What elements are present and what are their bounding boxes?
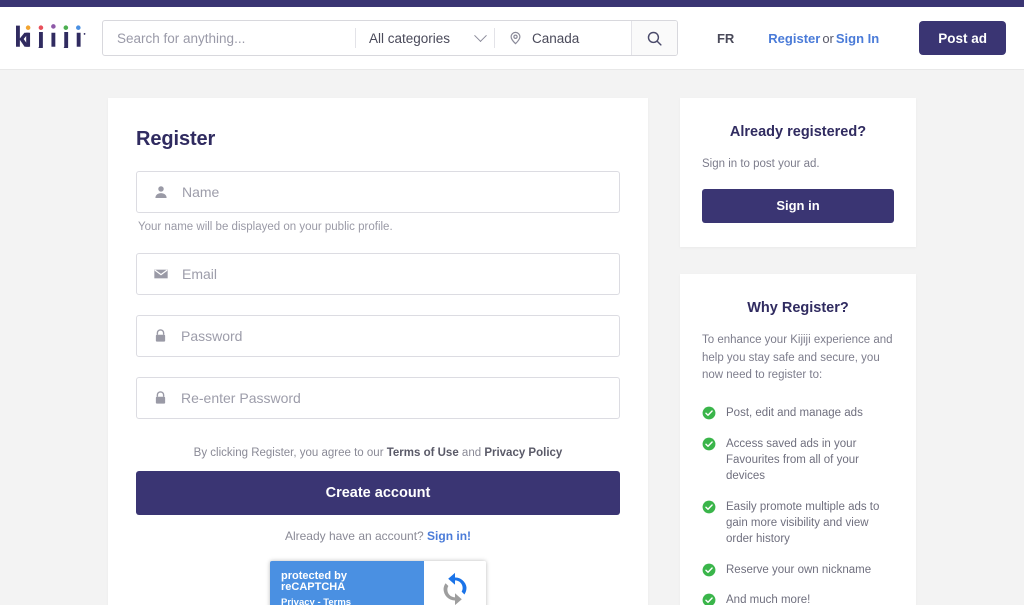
location-label: Canada bbox=[532, 30, 580, 46]
why-register-text: To enhance your Kijiji experience and he… bbox=[702, 333, 893, 382]
signin-link[interactable]: Sign In bbox=[836, 31, 879, 46]
location-select[interactable]: Canada bbox=[495, 21, 631, 55]
post-ad-button[interactable]: Post ad bbox=[919, 21, 1006, 55]
category-select-label: All categories bbox=[369, 30, 451, 46]
location-pin-icon bbox=[510, 31, 521, 45]
list-item: Easily promote multiple ads to gain more… bbox=[702, 499, 894, 548]
auth-or-text: or bbox=[822, 30, 834, 46]
search-button[interactable] bbox=[631, 21, 677, 55]
why-register-card: Why Register? To enhance your Kijiji exp… bbox=[680, 273, 916, 605]
chevron-down-icon bbox=[474, 28, 487, 42]
list-item: Post, edit and manage ads bbox=[702, 405, 894, 421]
header-actions: FR Register or Sign In Post ad bbox=[717, 21, 1006, 55]
create-account-button[interactable]: Create account bbox=[136, 471, 620, 515]
benefit-label: Reserve your own nickname bbox=[726, 563, 872, 576]
recaptcha-title: protected by reCAPTCHA bbox=[281, 569, 348, 593]
signin-prompt: Already have an account? Sign in! bbox=[136, 529, 620, 543]
terms-prefix: By clicking Register, you agree to our bbox=[193, 447, 387, 459]
register-link[interactable]: Register bbox=[768, 31, 820, 46]
register-card: Register Your name will be displayed on … bbox=[108, 98, 648, 605]
check-circle-icon bbox=[702, 406, 716, 420]
recaptcha-wrap: protected by reCAPTCHA Privacy - Terms bbox=[136, 561, 620, 605]
top-accent-bar bbox=[0, 0, 1024, 7]
sidebar: Already registered? Sign in to post your… bbox=[680, 98, 916, 605]
list-item: Access saved ads in your Favourites from… bbox=[702, 436, 894, 485]
name-field[interactable] bbox=[136, 171, 620, 213]
check-circle-icon bbox=[702, 563, 716, 576]
list-item: Reserve your own nickname bbox=[702, 562, 894, 578]
auth-links: Register or Sign In bbox=[768, 31, 879, 46]
signin-prompt-link[interactable]: Sign in! bbox=[427, 529, 471, 543]
recaptcha-subtitle: Privacy - Terms bbox=[281, 596, 352, 605]
check-circle-icon bbox=[702, 437, 716, 450]
check-circle-icon bbox=[702, 500, 716, 513]
recaptcha-text-block: protected by reCAPTCHA Privacy - Terms bbox=[270, 561, 424, 605]
sidebar-signin-button[interactable]: Sign in bbox=[702, 188, 894, 223]
confirm-password-input[interactable] bbox=[181, 390, 603, 406]
list-item: And much more! bbox=[702, 592, 894, 605]
category-select[interactable]: All categories bbox=[356, 21, 494, 55]
recaptcha-logo-wrap bbox=[424, 561, 486, 605]
page-title: Register bbox=[136, 128, 216, 150]
terms-middle: and bbox=[458, 447, 485, 459]
confirm-password-field[interactable] bbox=[136, 377, 620, 419]
search-bar: All categories Canada bbox=[102, 20, 678, 56]
signin-prompt-text: Already have an account? bbox=[284, 529, 428, 543]
site-header: All categories Canada FR RegisterorSign … bbox=[0, 7, 1024, 70]
already-registered-card: Already registered? Sign in to post your… bbox=[680, 98, 916, 247]
benefit-label: And much more! bbox=[726, 593, 811, 605]
person-icon bbox=[155, 186, 167, 198]
benefit-label: Post, edit and manage ads bbox=[726, 407, 863, 420]
benefit-list: Post, edit and manage ads Access saved a… bbox=[702, 405, 894, 605]
envelope-icon bbox=[154, 269, 168, 279]
why-register-title: Why Register? bbox=[747, 299, 849, 316]
recaptcha-logo-icon bbox=[443, 572, 467, 605]
name-field-hint: Your name will be displayed on your publ… bbox=[138, 221, 393, 233]
password-field[interactable] bbox=[136, 315, 620, 357]
already-registered-title: Already registered? bbox=[729, 124, 867, 140]
password-input[interactable] bbox=[181, 328, 603, 344]
privacy-policy-link[interactable]: Privacy Policy bbox=[484, 447, 562, 459]
name-input[interactable] bbox=[182, 184, 603, 200]
kijiji-logo[interactable] bbox=[16, 23, 88, 53]
search-input[interactable] bbox=[103, 21, 355, 55]
terms-of-use-link[interactable]: Terms of Use bbox=[387, 447, 459, 459]
kijiji-logo-icon bbox=[16, 23, 86, 52]
benefit-label: Easily promote multiple ads to gain more… bbox=[726, 500, 880, 546]
search-icon bbox=[647, 31, 662, 46]
language-toggle-fr[interactable]: FR bbox=[717, 31, 734, 46]
email-input[interactable] bbox=[182, 266, 603, 282]
benefit-label: Access saved ads in your Favourites from… bbox=[726, 437, 859, 483]
already-registered-text: Sign in to post your ad. bbox=[702, 158, 820, 170]
page-content: Register Your name will be displayed on … bbox=[0, 70, 1024, 605]
email-field[interactable] bbox=[136, 253, 620, 295]
lock-icon bbox=[155, 391, 166, 404]
check-circle-icon bbox=[702, 593, 716, 605]
lock-icon bbox=[155, 329, 166, 342]
terms-notice: By clicking Register, you agree to our T… bbox=[136, 447, 620, 459]
recaptcha-badge[interactable]: protected by reCAPTCHA Privacy - Terms bbox=[270, 561, 486, 605]
